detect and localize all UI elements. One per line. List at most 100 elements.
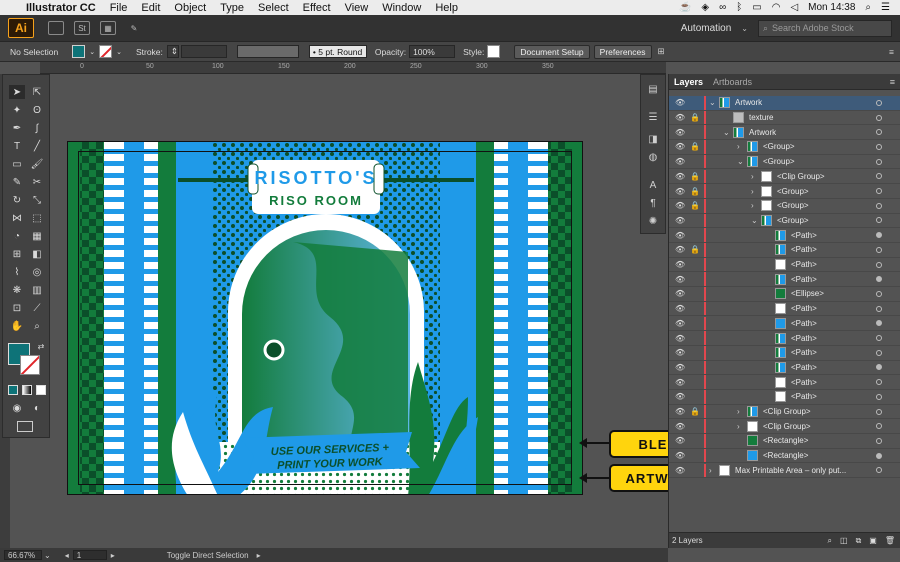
symbol-sprayer-tool-icon[interactable]: ❋ bbox=[9, 283, 25, 297]
chevron-down-icon[interactable]: ⌄ bbox=[751, 216, 758, 225]
rotate-tool-icon[interactable]: ↻ bbox=[9, 193, 25, 207]
visibility-eye-icon[interactable]: 👁 bbox=[675, 422, 685, 431]
lock-icon[interactable]: 🔒 bbox=[690, 245, 700, 254]
gradient-tool-icon[interactable]: ◧ bbox=[29, 247, 45, 261]
layer-target-icon[interactable] bbox=[876, 305, 882, 312]
character-icon[interactable]: A bbox=[645, 179, 661, 191]
paintbrush-tool-icon[interactable]: 🖌 bbox=[29, 157, 45, 171]
pen-tool-icon[interactable]: ✒ bbox=[9, 121, 25, 135]
gradient-mode-icon[interactable] bbox=[22, 385, 32, 395]
lock-icon[interactable]: 🔒 bbox=[690, 407, 700, 416]
lock-icon[interactable]: 🔒 bbox=[690, 113, 700, 122]
layer-row[interactable]: 👁 🔒 <Path> bbox=[669, 243, 900, 258]
layer-row[interactable]: 👁 › <Clip Group> bbox=[669, 419, 900, 435]
menu-effect[interactable]: Effect bbox=[303, 2, 331, 14]
layer-target-icon[interactable] bbox=[876, 379, 882, 386]
lasso-tool-icon[interactable]: ʘ bbox=[29, 103, 45, 117]
visibility-eye-icon[interactable]: 👁 bbox=[675, 334, 685, 343]
visibility-eye-icon[interactable]: 👁 bbox=[675, 128, 685, 137]
width-tool-icon[interactable]: ⋈ bbox=[9, 211, 25, 225]
layer-row[interactable]: 👁 <Path> bbox=[669, 272, 900, 288]
layer-row[interactable]: 👁 <Path> bbox=[669, 316, 900, 332]
layer-row[interactable]: 👁 🔒 › <Clip Group> bbox=[669, 404, 900, 420]
menu-select[interactable]: Select bbox=[258, 2, 289, 14]
stroke-color-icon[interactable] bbox=[20, 355, 40, 375]
variable-width-profile[interactable] bbox=[236, 45, 299, 58]
visibility-eye-icon[interactable]: 👁 bbox=[675, 378, 685, 387]
chevron-down-icon[interactable]: ⌄ bbox=[741, 24, 748, 33]
document-setup-button[interactable]: Document Setup bbox=[514, 44, 590, 59]
brush-definition-field[interactable]: • 5 pt. Round bbox=[308, 45, 367, 58]
layer-row[interactable]: 👁 🔒 › <Clip Group> bbox=[669, 169, 900, 185]
visibility-eye-icon[interactable]: 👁 bbox=[675, 451, 685, 460]
symbols-icon[interactable]: ✺ bbox=[645, 215, 661, 227]
chevron-down-icon[interactable]: ⌄ bbox=[44, 551, 51, 560]
chevron-right-icon[interactable]: › bbox=[737, 407, 740, 416]
menu-list-icon[interactable]: ☰ bbox=[881, 2, 890, 13]
bluetooth-icon[interactable]: ᛒ bbox=[736, 2, 742, 13]
layer-target-icon[interactable] bbox=[876, 232, 882, 239]
lock-icon[interactable]: 🔒 bbox=[690, 187, 700, 196]
layer-row[interactable]: 👁 ⌄ <Group> bbox=[669, 213, 900, 229]
workspace-switcher[interactable]: Automation bbox=[681, 23, 732, 34]
layer-row[interactable]: 👁 <Rectangle> bbox=[669, 448, 900, 464]
layer-row[interactable]: 👁 <Path> bbox=[669, 228, 900, 243]
visibility-eye-icon[interactable]: 👁 bbox=[675, 260, 685, 269]
graphic-style-swatch[interactable] bbox=[487, 45, 501, 58]
layer-target-icon[interactable] bbox=[876, 408, 882, 415]
artboard-tool-icon[interactable]: ⊡ bbox=[9, 301, 25, 315]
bridge-button[interactable] bbox=[48, 21, 64, 35]
visibility-eye-icon[interactable]: 👁 bbox=[675, 157, 685, 166]
chevron-right-icon[interactable]: › bbox=[709, 466, 712, 475]
layer-row[interactable]: 👁 🔒 › <Group> bbox=[669, 184, 900, 199]
curvature-tool-icon[interactable]: ∫ bbox=[29, 121, 45, 135]
tab-layers[interactable]: Layers bbox=[669, 77, 708, 87]
fill-swatch[interactable] bbox=[72, 45, 86, 58]
layer-target-icon[interactable] bbox=[876, 290, 882, 297]
layer-target-icon[interactable] bbox=[876, 202, 882, 209]
layer-row[interactable]: 👁 <Path> bbox=[669, 345, 900, 361]
locate-object-icon[interactable]: ⌕ bbox=[828, 536, 832, 546]
zoom-tool-icon[interactable]: ⌕ bbox=[29, 319, 45, 333]
layer-row[interactable]: 👁 <Path> bbox=[669, 360, 900, 376]
creative-cloud-icon[interactable]: ∞ bbox=[719, 2, 726, 13]
lock-icon[interactable]: 🔒 bbox=[690, 172, 700, 181]
visibility-eye-icon[interactable]: 👁 bbox=[675, 319, 685, 328]
layer-row[interactable]: 👁 ⌄ Artwork bbox=[669, 96, 900, 111]
chevron-down-icon[interactable]: ⌄ bbox=[89, 48, 95, 56]
visibility-eye-icon[interactable]: 👁 bbox=[675, 304, 685, 313]
draw-normal-icon[interactable]: ◉ bbox=[9, 401, 25, 415]
layer-row[interactable]: 👁 › Max Printable Area – only put... bbox=[669, 463, 900, 479]
draw-inside-icon[interactable]: ◐ bbox=[29, 401, 45, 415]
stroke-weight-stepper[interactable]: ⇕ bbox=[166, 45, 179, 58]
chevron-right-icon[interactable]: › bbox=[737, 142, 740, 151]
align-icon[interactable]: ⊞ bbox=[658, 46, 665, 57]
layer-row[interactable]: 👁 <Ellipse> bbox=[669, 287, 900, 302]
menu-file[interactable]: File bbox=[110, 2, 128, 14]
layer-target-icon[interactable] bbox=[876, 320, 882, 327]
panel-menu-icon[interactable]: ≡ bbox=[889, 47, 894, 57]
paragraph-icon[interactable]: ¶ bbox=[645, 197, 661, 209]
app-name-menu[interactable]: Illustrator CC bbox=[26, 2, 96, 14]
visibility-eye-icon[interactable]: 👁 bbox=[675, 142, 685, 151]
wifi-icon[interactable]: ◠ bbox=[772, 2, 781, 13]
clock-text[interactable]: Mon 14:38 bbox=[808, 2, 855, 13]
coffee-icon[interactable]: ☕ bbox=[679, 2, 691, 13]
artboard-number-field[interactable]: 1 bbox=[72, 550, 107, 560]
layer-row[interactable]: 👁 ⌄ Artwork bbox=[669, 125, 900, 141]
chevron-down-icon[interactable]: ⌄ bbox=[723, 128, 730, 137]
layer-target-icon[interactable] bbox=[876, 143, 882, 150]
type-tool-icon[interactable]: T bbox=[9, 139, 25, 153]
line-tool-icon[interactable]: ╱ bbox=[29, 139, 45, 153]
layer-target-icon[interactable] bbox=[876, 173, 882, 180]
layer-row[interactable]: 👁 <Path> bbox=[669, 375, 900, 390]
visibility-eye-icon[interactable]: 👁 bbox=[675, 231, 685, 240]
visibility-eye-icon[interactable]: 👁 bbox=[675, 436, 685, 445]
chevron-down-icon[interactable]: ⌄ bbox=[709, 98, 716, 107]
layer-target-icon[interactable] bbox=[876, 158, 882, 165]
arrange-documents-button[interactable]: ▦ bbox=[100, 21, 116, 35]
layer-row[interactable]: 👁 🔒 texture bbox=[669, 110, 900, 126]
swap-fill-stroke-icon[interactable]: ⇄ bbox=[33, 339, 49, 353]
visibility-eye-icon[interactable]: 👁 bbox=[675, 245, 685, 254]
layer-target-icon[interactable] bbox=[876, 217, 882, 224]
